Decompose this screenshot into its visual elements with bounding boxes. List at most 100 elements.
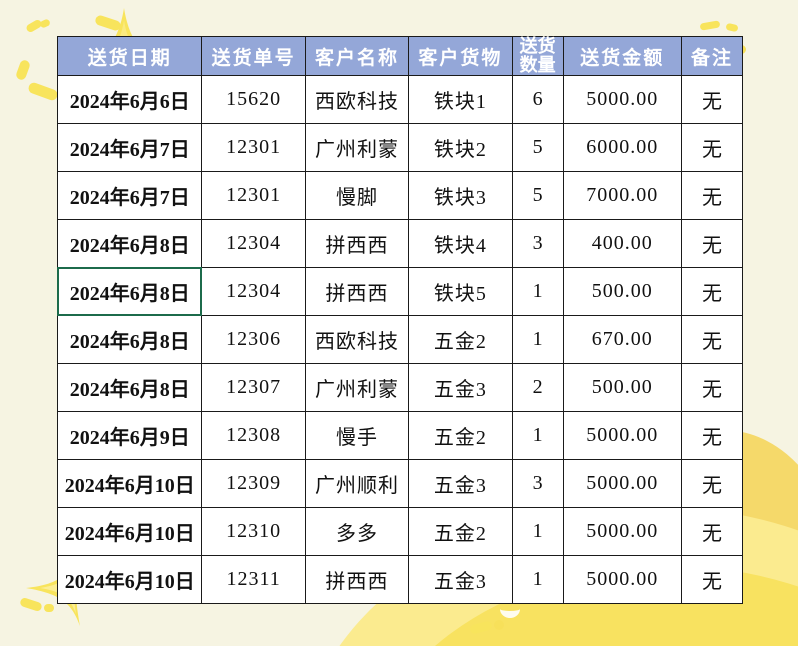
delivery-table[interactable]: 送货日期 送货单号 客户名称 客户货物 送货 数量 送货金额 备注 2024年6月6日 1562… bbox=[56, 36, 744, 604]
table-row[interactable]: 2024年6月8日 12304 拼西西 铁块4 3 400.00 无 bbox=[56, 219, 744, 268]
cell-goods[interactable]: 五金2 bbox=[408, 315, 513, 364]
table-row[interactable]: 2024年6月10日 12310 多多 五金2 1 5000.00 无 bbox=[56, 507, 744, 556]
cell-amount[interactable]: 500.00 bbox=[562, 267, 682, 316]
cell-order[interactable]: 12304 bbox=[201, 267, 306, 316]
cell-goods[interactable]: 五金3 bbox=[408, 363, 513, 412]
column-header-date[interactable]: 送货日期 bbox=[56, 36, 203, 76]
cell-goods[interactable]: 五金3 bbox=[408, 555, 513, 604]
cell-date[interactable]: 2024年6月10日 bbox=[56, 555, 203, 604]
cell-qty[interactable]: 1 bbox=[511, 411, 564, 460]
cell-client[interactable]: 广州利蒙 bbox=[304, 363, 410, 412]
table-row[interactable]: 2024年6月7日 12301 慢脚 铁块3 5 7000.00 无 bbox=[56, 171, 744, 220]
cell-order[interactable]: 12301 bbox=[201, 123, 306, 172]
sparkle-fleck-e bbox=[27, 81, 59, 102]
cell-qty[interactable]: 2 bbox=[511, 363, 564, 412]
table-row[interactable]: 2024年6月8日 12306 西欧科技 五金2 1 670.00 无 bbox=[56, 315, 744, 364]
cell-note[interactable]: 无 bbox=[680, 363, 744, 412]
column-header-order[interactable]: 送货单号 bbox=[201, 36, 306, 76]
cell-order[interactable]: 12304 bbox=[201, 219, 306, 268]
sparkle-fleck-b bbox=[38, 18, 52, 29]
cell-goods[interactable]: 铁块4 bbox=[408, 219, 513, 268]
cell-client[interactable]: 慢手 bbox=[304, 411, 410, 460]
cell-note[interactable]: 无 bbox=[680, 507, 744, 556]
cell-date[interactable]: 2024年6月7日 bbox=[56, 171, 203, 220]
cell-note[interactable]: 无 bbox=[680, 315, 744, 364]
cell-note[interactable]: 无 bbox=[680, 123, 744, 172]
cell-goods[interactable]: 五金3 bbox=[408, 459, 513, 508]
cell-qty[interactable]: 6 bbox=[511, 75, 564, 124]
cell-client[interactable]: 广州利蒙 bbox=[304, 123, 410, 172]
cell-qty[interactable]: 1 bbox=[511, 315, 564, 364]
cell-date[interactable]: 2024年6月7日 bbox=[56, 123, 203, 172]
cell-order[interactable]: 12309 bbox=[201, 459, 306, 508]
table-row[interactable]: 2024年6月8日 12307 广州利蒙 五金3 2 500.00 无 bbox=[56, 363, 744, 412]
cell-note[interactable]: 无 bbox=[680, 267, 744, 316]
cell-amount[interactable]: 5000.00 bbox=[562, 75, 682, 124]
swoosh-fleck-b bbox=[494, 620, 504, 630]
table-row[interactable]: 2024年6月6日 15620 西欧科技 铁块1 6 5000.00 无 bbox=[56, 75, 744, 124]
cell-goods[interactable]: 铁块2 bbox=[408, 123, 513, 172]
column-header-note[interactable]: 备注 bbox=[680, 36, 744, 76]
cell-client[interactable]: 慢脚 bbox=[304, 171, 410, 220]
cell-qty[interactable]: 1 bbox=[511, 507, 564, 556]
column-header-goods[interactable]: 客户货物 bbox=[408, 36, 513, 76]
cell-amount[interactable]: 6000.00 bbox=[562, 123, 682, 172]
cell-note[interactable]: 无 bbox=[680, 459, 744, 508]
cell-order[interactable]: 12306 bbox=[201, 315, 306, 364]
cell-order[interactable]: 15620 bbox=[201, 75, 306, 124]
cell-amount[interactable]: 5000.00 bbox=[562, 459, 682, 508]
cell-amount[interactable]: 7000.00 bbox=[562, 171, 682, 220]
cell-amount[interactable]: 500.00 bbox=[562, 363, 682, 412]
cell-order[interactable]: 12311 bbox=[201, 555, 306, 604]
column-header-amount[interactable]: 送货金额 bbox=[562, 36, 682, 76]
cell-order[interactable]: 12301 bbox=[201, 171, 306, 220]
cell-goods[interactable]: 铁块5 bbox=[408, 267, 513, 316]
cell-date[interactable]: 2024年6月6日 bbox=[56, 75, 203, 124]
cell-goods[interactable]: 铁块3 bbox=[408, 171, 513, 220]
cell-amount[interactable]: 5000.00 bbox=[562, 507, 682, 556]
cell-date[interactable]: 2024年6月10日 bbox=[56, 459, 203, 508]
sparkle-dot-top-right-2 bbox=[725, 22, 739, 33]
cell-goods[interactable]: 五金2 bbox=[408, 411, 513, 460]
table-row[interactable]: 2024年6月7日 12301 广州利蒙 铁块2 5 6000.00 无 bbox=[56, 123, 744, 172]
cell-note[interactable]: 无 bbox=[680, 219, 744, 268]
cell-note[interactable]: 无 bbox=[680, 171, 744, 220]
cell-note[interactable]: 无 bbox=[680, 555, 744, 604]
cell-client[interactable]: 广州顺利 bbox=[304, 459, 410, 508]
cell-client[interactable]: 西欧科技 bbox=[304, 315, 410, 364]
cell-order[interactable]: 12307 bbox=[201, 363, 306, 412]
table-row[interactable]: 2024年6月10日 12311 拼西西 五金3 1 5000.00 无 bbox=[56, 555, 744, 604]
cell-qty[interactable]: 1 bbox=[511, 555, 564, 604]
table-row[interactable]: 2024年6月8日 12304 拼西西 铁块5 1 500.00 无 bbox=[56, 267, 744, 317]
cell-qty[interactable]: 3 bbox=[511, 219, 564, 268]
cell-qty[interactable]: 5 bbox=[511, 171, 564, 220]
column-header-client[interactable]: 客户名称 bbox=[304, 36, 410, 76]
cell-amount[interactable]: 400.00 bbox=[562, 219, 682, 268]
cell-order[interactable]: 12308 bbox=[201, 411, 306, 460]
cell-note[interactable]: 无 bbox=[680, 75, 744, 124]
cell-date[interactable]: 2024年6月10日 bbox=[56, 507, 203, 556]
cell-goods[interactable]: 五金2 bbox=[408, 507, 513, 556]
cell-date[interactable]: 2024年6月8日 bbox=[56, 219, 203, 268]
table-row[interactable]: 2024年6月10日 12309 广州顺利 五金3 3 5000.00 无 bbox=[56, 459, 744, 508]
cell-client[interactable]: 多多 bbox=[304, 507, 410, 556]
cell-amount[interactable]: 5000.00 bbox=[562, 555, 682, 604]
cell-client[interactable]: 拼西西 bbox=[304, 267, 410, 316]
cell-date[interactable]: 2024年6月9日 bbox=[56, 411, 203, 460]
cell-qty[interactable]: 5 bbox=[511, 123, 564, 172]
cell-date[interactable]: 2024年6月8日 bbox=[56, 315, 203, 364]
cell-qty[interactable]: 3 bbox=[511, 459, 564, 508]
cell-order[interactable]: 12310 bbox=[201, 507, 306, 556]
cell-amount[interactable]: 5000.00 bbox=[562, 411, 682, 460]
cell-date-selected[interactable]: 2024年6月8日 bbox=[56, 267, 204, 317]
cell-client[interactable]: 拼西西 bbox=[304, 555, 410, 604]
cell-goods[interactable]: 铁块1 bbox=[408, 75, 513, 124]
cell-note[interactable]: 无 bbox=[680, 411, 744, 460]
cell-qty[interactable]: 1 bbox=[511, 267, 564, 316]
table-row[interactable]: 2024年6月9日 12308 慢手 五金2 1 5000.00 无 bbox=[56, 411, 744, 460]
column-header-qty[interactable]: 送货 数量 bbox=[511, 36, 564, 76]
cell-client[interactable]: 拼西西 bbox=[304, 219, 410, 268]
cell-date[interactable]: 2024年6月8日 bbox=[56, 363, 203, 412]
cell-amount[interactable]: 670.00 bbox=[562, 315, 682, 364]
cell-client[interactable]: 西欧科技 bbox=[304, 75, 410, 124]
